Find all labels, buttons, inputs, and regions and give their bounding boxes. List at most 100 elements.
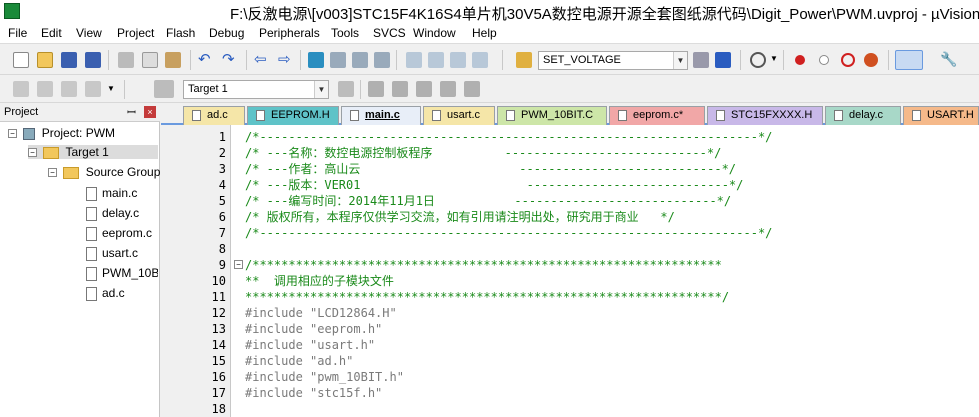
menu-peripherals[interactable]: Peripherals — [259, 26, 320, 40]
file-extensions-icon[interactable] — [392, 81, 408, 97]
line-number: 3 — [218, 162, 226, 176]
collapse-icon[interactable]: − — [8, 129, 17, 139]
code-line[interactable]: /* ---名称：数控电源控制板程序 ---------------------… — [245, 145, 721, 161]
unindent-icon[interactable] — [428, 52, 444, 68]
tree-project[interactable]: − Project: PWM — [8, 126, 115, 140]
menu-debug[interactable]: Debug — [209, 26, 244, 40]
chevron-down-icon[interactable]: ▼ — [314, 81, 328, 98]
code-line[interactable]: /***************************************… — [245, 257, 722, 273]
build-icon[interactable] — [37, 81, 53, 97]
code-line[interactable]: #include "pwm_10BIT.h" — [245, 369, 404, 385]
tree-source-group[interactable]: − Source Group — [48, 165, 160, 179]
rebuild-icon[interactable] — [61, 81, 77, 97]
indent-icon[interactable] — [406, 52, 422, 68]
save-icon[interactable] — [61, 52, 77, 68]
menu-edit[interactable]: Edit — [41, 26, 62, 40]
tree-file[interactable]: eeprom.c — [86, 226, 152, 241]
tab-ad-c[interactable]: ad.c — [183, 106, 245, 125]
redo-icon[interactable]: ↷ — [222, 52, 238, 68]
configure-icon[interactable]: 🔧 — [940, 52, 957, 68]
batch-build-icon[interactable] — [85, 81, 101, 97]
run-time-env-icon[interactable] — [416, 81, 432, 97]
pin-icon[interactable]: ꟷ — [127, 105, 136, 120]
pack-installer-icon[interactable] — [440, 81, 456, 97]
code-line[interactable]: /* ---作者：高山云 ---------------------------… — [245, 161, 736, 177]
code-line[interactable]: #include "LCD12864.H" — [245, 305, 397, 321]
debug-start-icon[interactable] — [864, 53, 878, 67]
breakpoint-kill-icon[interactable] — [841, 53, 855, 67]
project-panel-header: Project ꟷ × — [0, 104, 160, 122]
tab-eeprom-c[interactable]: eeprom.c* — [609, 106, 705, 125]
bookmark-prev-icon[interactable] — [330, 52, 346, 68]
tree-file[interactable]: delay.c — [86, 206, 139, 221]
code-line[interactable]: ** 调用相应的子模块文件 — [245, 273, 394, 289]
copy-icon[interactable] — [142, 52, 158, 68]
tab-usart-c[interactable]: usart.c — [423, 106, 495, 125]
bookmark-next-icon[interactable] — [352, 52, 368, 68]
tree-file[interactable]: PWM_10BIT.c — [86, 266, 158, 281]
find-icon[interactable] — [693, 52, 709, 68]
code-line[interactable]: #include "stc15f.h" — [245, 385, 382, 401]
code-line[interactable]: #include "eeprom.h" — [245, 321, 382, 337]
window-layout-icon[interactable] — [895, 50, 923, 70]
code-line[interactable]: /* 版权所有，本程序仅供学习交流，如有引用请注明出处，研究用于商业 */ — [245, 209, 675, 225]
manage-components-icon[interactable] — [368, 81, 384, 97]
menu-svcs[interactable]: SVCS — [373, 26, 406, 40]
bookmark-clear-icon[interactable] — [374, 52, 390, 68]
paste-icon[interactable] — [165, 52, 181, 68]
chevron-down-icon[interactable]: ▼ — [107, 84, 115, 100]
find-combo[interactable]: SET_VOLTAGE ▼ — [538, 51, 688, 70]
close-icon[interactable]: × — [144, 106, 156, 118]
target-options-icon[interactable] — [338, 81, 354, 97]
new-file-icon[interactable] — [13, 52, 29, 68]
menu-project[interactable]: Project — [117, 26, 154, 40]
tab-stc15fxxxx-h[interactable]: STC15FXXXX.H — [707, 106, 823, 125]
menu-tools[interactable]: Tools — [331, 26, 359, 40]
translate-icon[interactable] — [13, 81, 29, 97]
menu-help[interactable]: Help — [472, 26, 497, 40]
breakpoint-icon[interactable] — [795, 55, 805, 65]
menu-file[interactable]: File — [8, 26, 27, 40]
tab-eeprom-h[interactable]: EEPROM.H — [247, 106, 339, 125]
tree-file[interactable]: ad.c — [86, 286, 125, 301]
cut-icon[interactable] — [118, 52, 134, 68]
tab-usart-h[interactable]: USART.H — [903, 106, 979, 125]
save-all-icon[interactable] — [85, 52, 101, 68]
target-combo[interactable]: Target 1 ▼ — [183, 80, 329, 99]
search-icon[interactable] — [750, 52, 766, 68]
code-line[interactable]: #include "ad.h" — [245, 353, 353, 369]
open-icon[interactable] — [37, 52, 53, 68]
fold-toggle-icon[interactable]: − — [234, 260, 243, 269]
chevron-down-icon[interactable]: ▼ — [770, 54, 778, 70]
breakpoint-disable-icon[interactable] — [819, 55, 829, 65]
code-line[interactable]: #include "usart.h" — [245, 337, 375, 353]
menu-flash[interactable]: Flash — [166, 26, 195, 40]
menu-window[interactable]: Window — [413, 26, 456, 40]
code-line[interactable]: /* ---版本：VER01 -------------------------… — [245, 177, 743, 193]
code-line[interactable]: /*--------------------------------------… — [245, 225, 772, 241]
collapse-icon[interactable]: − — [48, 168, 57, 178]
menu-view[interactable]: View — [76, 26, 102, 40]
tree-target[interactable]: − Target 1 — [28, 145, 158, 159]
nav-forward-icon[interactable]: ⇨ — [278, 52, 294, 68]
chevron-down-icon[interactable]: ▼ — [673, 52, 687, 69]
nav-back-icon[interactable]: ⇦ — [254, 52, 270, 68]
find-in-files-icon[interactable] — [516, 52, 532, 68]
code-line[interactable]: /* ---编写时间：2014年11月1日 ------------------… — [245, 193, 731, 209]
comment-icon[interactable] — [450, 52, 466, 68]
incremental-find-icon[interactable] — [715, 52, 731, 68]
undo-icon[interactable]: ↶ — [198, 52, 214, 68]
tree-file[interactable]: usart.c — [86, 246, 138, 261]
tab-delay-c[interactable]: delay.c — [825, 106, 901, 125]
download-load-icon[interactable] — [154, 80, 174, 98]
tab-pwm-10bit-c[interactable]: PWM_10BIT.C — [497, 106, 607, 125]
collapse-icon[interactable]: − — [28, 148, 37, 158]
tab-main-c[interactable]: main.c — [341, 106, 421, 125]
packs-icon[interactable] — [464, 81, 480, 97]
bookmark-icon[interactable] — [308, 52, 324, 68]
uncomment-icon[interactable] — [472, 52, 488, 68]
code-line[interactable]: /*--------------------------------------… — [245, 129, 772, 145]
code-line[interactable]: ****************************************… — [245, 289, 729, 305]
code-editor[interactable]: 1 2 3 4 5 6 7 8 9 10 11 12 13 14 15 16 17 18 /*----------… — [161, 125, 979, 417]
tree-file[interactable]: main.c — [86, 186, 137, 201]
